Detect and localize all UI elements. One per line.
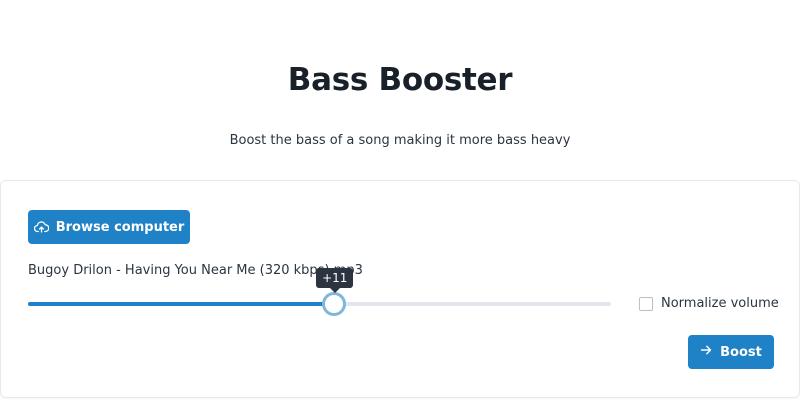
- boost-button[interactable]: Boost: [688, 335, 774, 369]
- cloud-upload-icon: [33, 221, 49, 233]
- normalize-volume-checkbox[interactable]: [639, 296, 653, 311]
- bass-level-slider[interactable]: +11: [28, 268, 611, 316]
- slider-fill: [28, 302, 335, 306]
- browse-computer-button[interactable]: Browse computer: [28, 210, 190, 244]
- normalize-volume-option[interactable]: Normalize volume: [639, 296, 779, 311]
- page-subtitle: Boost the bass of a song making it more …: [229, 133, 571, 148]
- boost-label: Boost: [720, 344, 762, 360]
- slider-value-tooltip: +11: [316, 268, 354, 293]
- arrow-right-icon: [700, 344, 712, 360]
- page-title: Bass Booster: [287, 62, 513, 98]
- slider-thumb[interactable]: [322, 292, 347, 316]
- browse-computer-label: Browse computer: [55, 219, 185, 235]
- booster-card: Browse computer Bugoy Drilon - Having Yo…: [0, 180, 800, 398]
- selected-file-name: Bugoy Drilon - Having You Near Me (320 k…: [28, 263, 363, 278]
- normalize-volume-label: Normalize volume: [661, 296, 779, 311]
